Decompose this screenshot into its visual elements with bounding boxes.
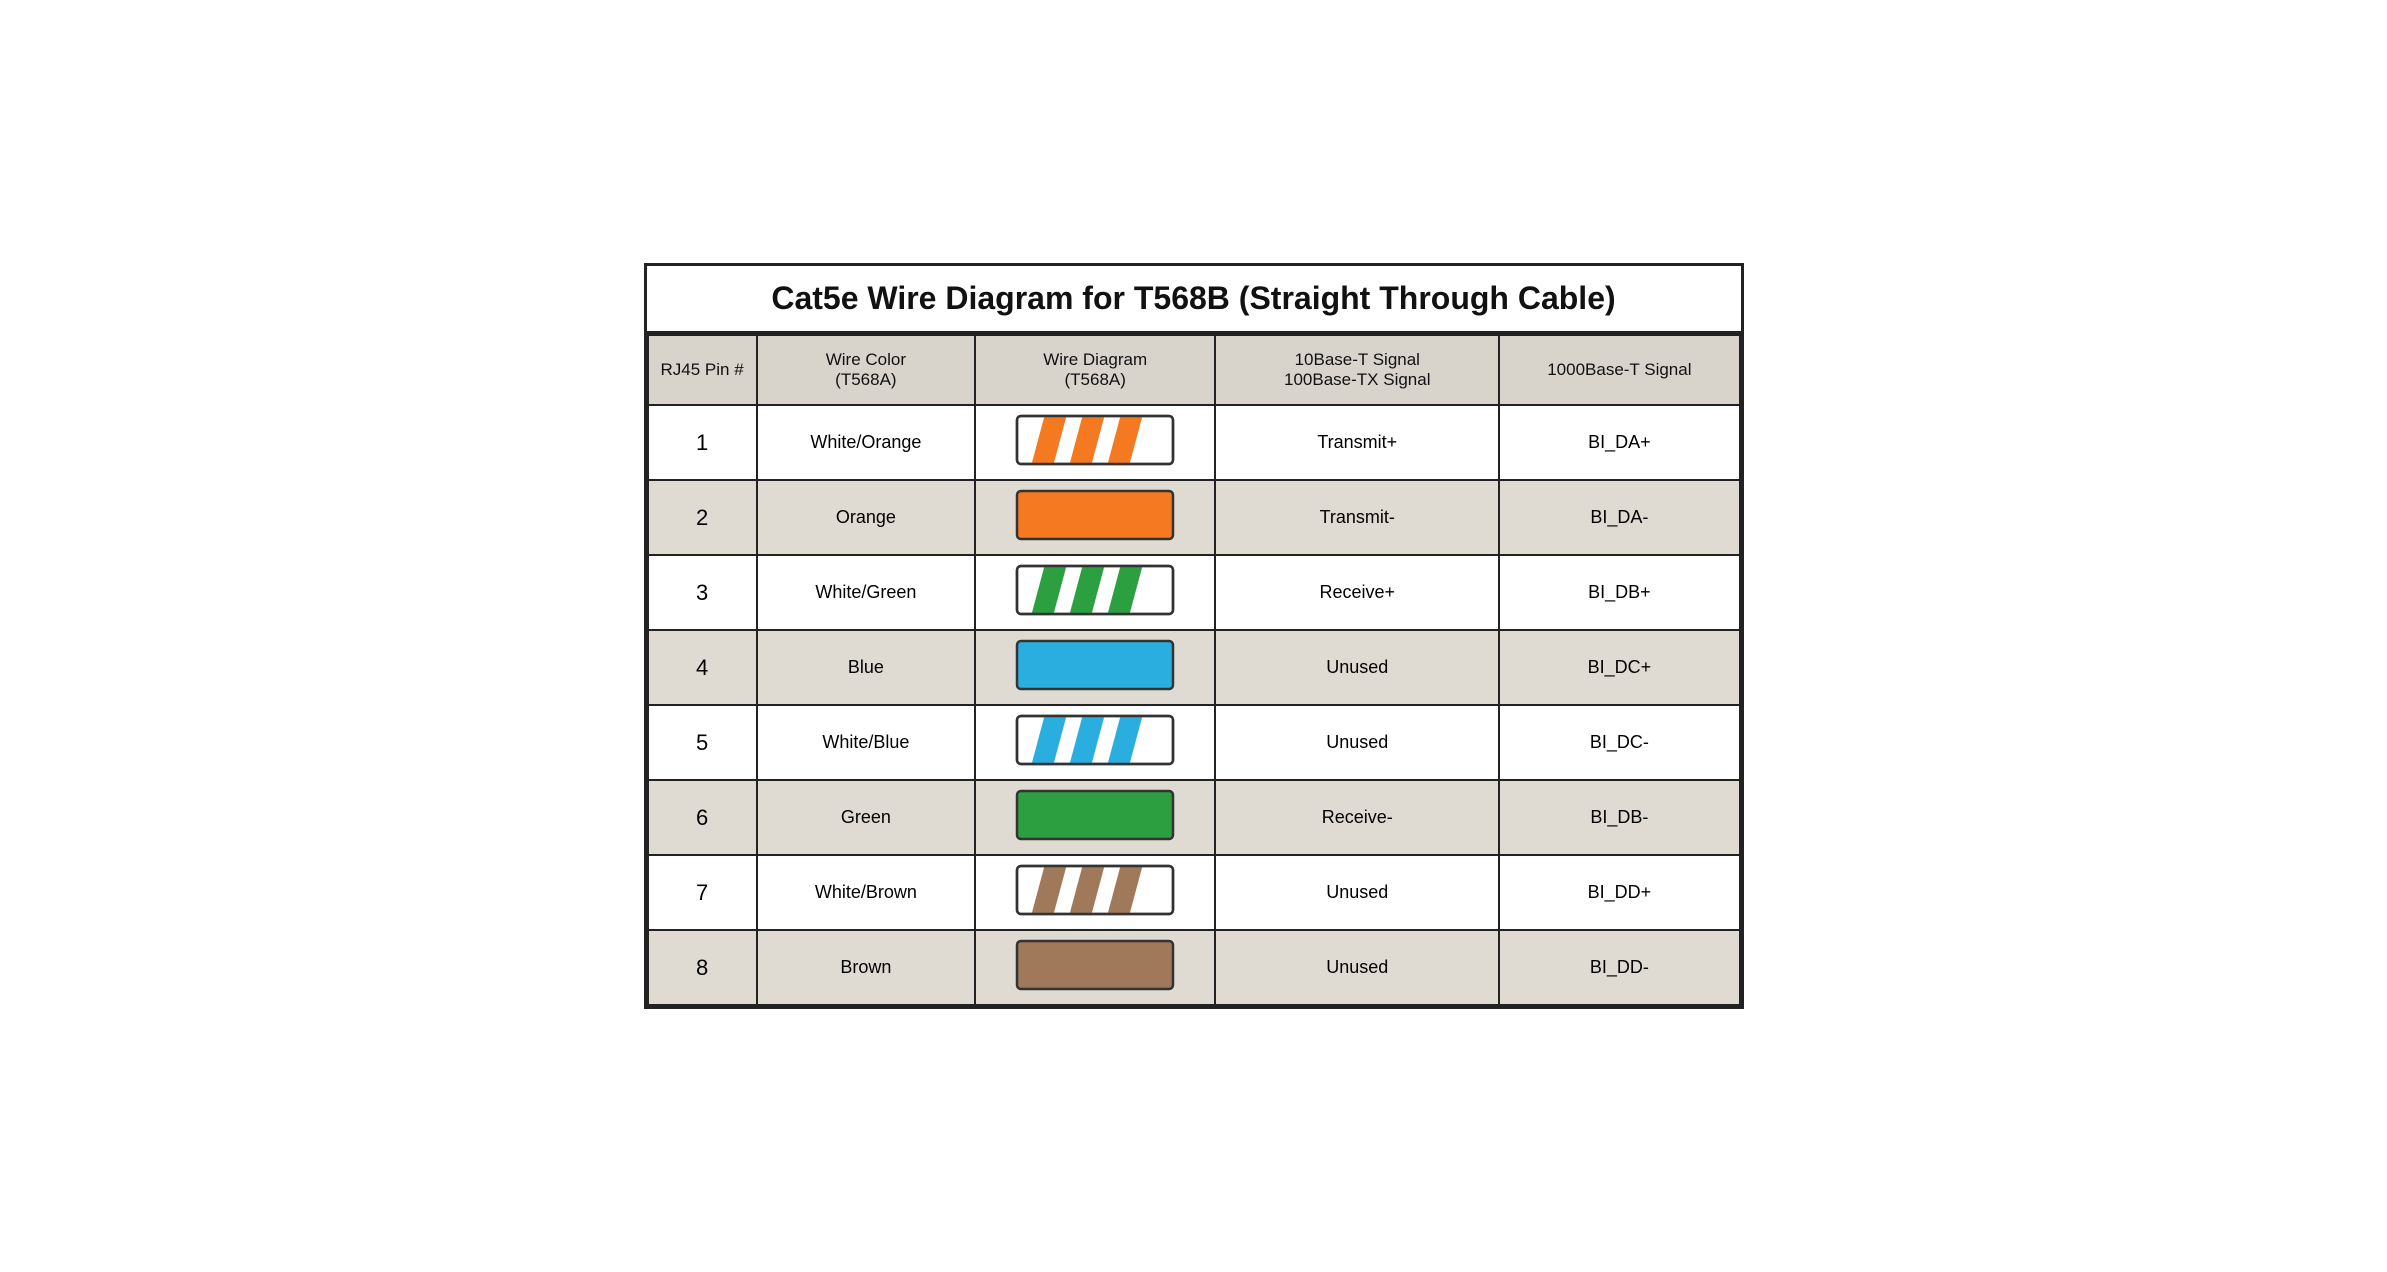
header-color: Wire Color(T568A)	[757, 335, 975, 405]
diagram-cell	[975, 630, 1215, 705]
table-row: 2Orange Transmit-BI_DA-	[648, 480, 1740, 555]
signal-cell: Unused	[1215, 855, 1499, 930]
signal-cell: Receive+	[1215, 555, 1499, 630]
gig-signal-cell: BI_DD+	[1499, 855, 1739, 930]
color-cell: Blue	[757, 630, 975, 705]
gig-signal-cell: BI_DC+	[1499, 630, 1739, 705]
header-pin: RJ45 Pin #	[648, 335, 757, 405]
table-row: 4Blue UnusedBI_DC+	[648, 630, 1740, 705]
table-body: 1White/Orange Transmit+BI_DA+2Orange Tra…	[648, 405, 1740, 1005]
wire-diagram	[1015, 639, 1175, 691]
color-cell: Orange	[757, 480, 975, 555]
pin-cell: 2	[648, 480, 757, 555]
header-gig: 1000Base-T Signal	[1499, 335, 1739, 405]
diagram-cell	[975, 555, 1215, 630]
color-cell: Brown	[757, 930, 975, 1005]
color-cell: White/Orange	[757, 405, 975, 480]
color-cell: White/Blue	[757, 705, 975, 780]
signal-cell: Transmit-	[1215, 480, 1499, 555]
pin-cell: 5	[648, 705, 757, 780]
table-row: 8Brown UnusedBI_DD-	[648, 930, 1740, 1005]
pin-cell: 8	[648, 930, 757, 1005]
header-diagram: Wire Diagram(T568A)	[975, 335, 1215, 405]
wire-table: RJ45 Pin # Wire Color(T568A) Wire Diagra…	[647, 334, 1741, 1006]
signal-cell: Unused	[1215, 630, 1499, 705]
wire-diagram	[1015, 489, 1175, 541]
pin-cell: 6	[648, 780, 757, 855]
table-row: 3White/Green Receive+BI_DB+	[648, 555, 1740, 630]
gig-signal-cell: BI_DB-	[1499, 780, 1739, 855]
header-signal: 10Base-T Signal100Base-TX Signal	[1215, 335, 1499, 405]
gig-signal-cell: BI_DA+	[1499, 405, 1739, 480]
diagram-cell	[975, 480, 1215, 555]
pin-cell: 4	[648, 630, 757, 705]
pin-cell: 1	[648, 405, 757, 480]
color-cell: White/Brown	[757, 855, 975, 930]
wire-diagram	[1015, 864, 1175, 916]
table-row: 5White/Blue UnusedBI_DC-	[648, 705, 1740, 780]
pin-cell: 7	[648, 855, 757, 930]
gig-signal-cell: BI_DB+	[1499, 555, 1739, 630]
signal-cell: Transmit+	[1215, 405, 1499, 480]
signal-cell: Receive-	[1215, 780, 1499, 855]
diagram-container: Cat5e Wire Diagram for T568B (Straight T…	[644, 263, 1744, 1009]
diagram-cell	[975, 405, 1215, 480]
wire-diagram	[1015, 714, 1175, 766]
diagram-title: Cat5e Wire Diagram for T568B (Straight T…	[647, 266, 1741, 334]
diagram-cell	[975, 855, 1215, 930]
wire-diagram	[1015, 939, 1175, 991]
diagram-cell	[975, 930, 1215, 1005]
wire-diagram	[1015, 414, 1175, 466]
color-cell: Green	[757, 780, 975, 855]
gig-signal-cell: BI_DC-	[1499, 705, 1739, 780]
signal-cell: Unused	[1215, 705, 1499, 780]
color-cell: White/Green	[757, 555, 975, 630]
table-header-row: RJ45 Pin # Wire Color(T568A) Wire Diagra…	[648, 335, 1740, 405]
wire-diagram	[1015, 789, 1175, 841]
wire-diagram	[1015, 564, 1175, 616]
gig-signal-cell: BI_DA-	[1499, 480, 1739, 555]
table-row: 6Green Receive-BI_DB-	[648, 780, 1740, 855]
table-row: 7White/Brown UnusedBI_DD+	[648, 855, 1740, 930]
diagram-cell	[975, 780, 1215, 855]
gig-signal-cell: BI_DD-	[1499, 930, 1739, 1005]
table-row: 1White/Orange Transmit+BI_DA+	[648, 405, 1740, 480]
pin-cell: 3	[648, 555, 757, 630]
signal-cell: Unused	[1215, 930, 1499, 1005]
diagram-cell	[975, 705, 1215, 780]
